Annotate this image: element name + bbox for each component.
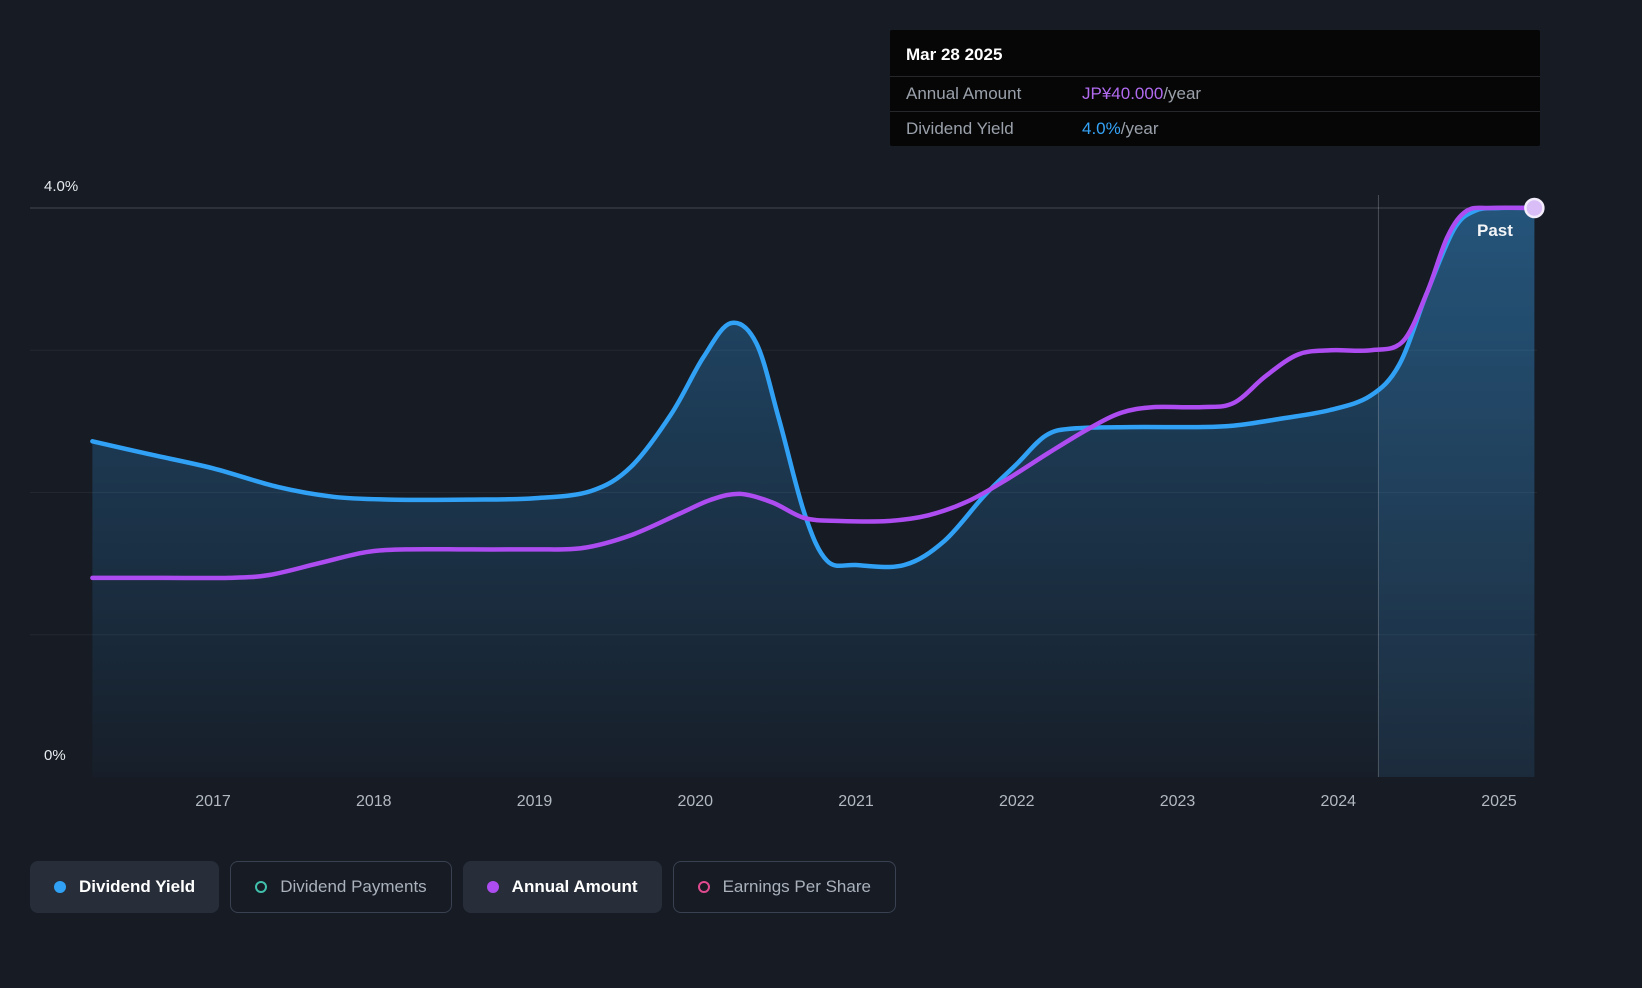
legend-item-dividend-payments[interactable]: Dividend Payments [230,861,451,913]
annual-amount-line [92,208,1534,578]
x-tick-label: 2020 [650,793,740,811]
y-tick-label: 4.0% [44,178,78,195]
tooltip-value: 4.0% [1082,119,1121,138]
tooltip-suffix: /year [1163,84,1201,103]
tooltip-label: Annual Amount [906,84,1082,104]
legend-item-dividend-yield[interactable]: Dividend Yield [30,861,219,913]
gridlines [30,208,1537,635]
x-tick-label: 2018 [329,793,419,811]
annual-amount-marker-icon [487,881,499,893]
dividend-payments-marker-icon [255,881,267,893]
x-tick-label: 2025 [1454,793,1544,811]
legend-item-earnings-per-share[interactable]: Earnings Per Share [673,861,896,913]
chart-canvas [0,0,1642,988]
x-tick-label: 2022 [972,793,1062,811]
tooltip-value: JP¥40.000 [1082,84,1163,103]
past-area-highlight [92,208,1534,777]
y-tick-label: 0% [44,747,66,764]
tooltip-row-annual-amount: Annual Amount JP¥40.000/year [890,76,1540,111]
chart-legend: Dividend Yield Dividend Payments Annual … [30,861,896,913]
tooltip-row-dividend-yield: Dividend Yield 4.0%/year [890,111,1540,146]
legend-label: Annual Amount [512,877,638,897]
chart-tooltip: Mar 28 2025 Annual Amount JP¥40.000/year… [890,30,1540,146]
dividend-yield-marker-icon [54,881,66,893]
legend-label: Dividend Yield [79,877,195,897]
dividend-yield-area [92,208,1534,777]
chart-series [92,195,1543,777]
legend-item-annual-amount[interactable]: Annual Amount [463,861,662,913]
legend-label: Dividend Payments [280,877,426,897]
x-tick-label: 2023 [1133,793,1223,811]
dividend-history-page: { "colors": { "background": "#161b24", "… [0,0,1642,988]
earnings-per-share-marker-icon [698,881,710,893]
x-tick-label: 2021 [811,793,901,811]
x-tick-label: 2024 [1293,793,1383,811]
past-annotation: Past [1477,221,1513,241]
x-tick-label: 2017 [168,793,258,811]
dividend-yield-line [92,208,1534,567]
tooltip-label: Dividend Yield [906,119,1082,139]
end-point-marker [1525,199,1543,217]
legend-label: Earnings Per Share [723,877,871,897]
tooltip-date: Mar 28 2025 [890,30,1540,76]
tooltip-suffix: /year [1121,119,1159,138]
x-tick-label: 2019 [490,793,580,811]
